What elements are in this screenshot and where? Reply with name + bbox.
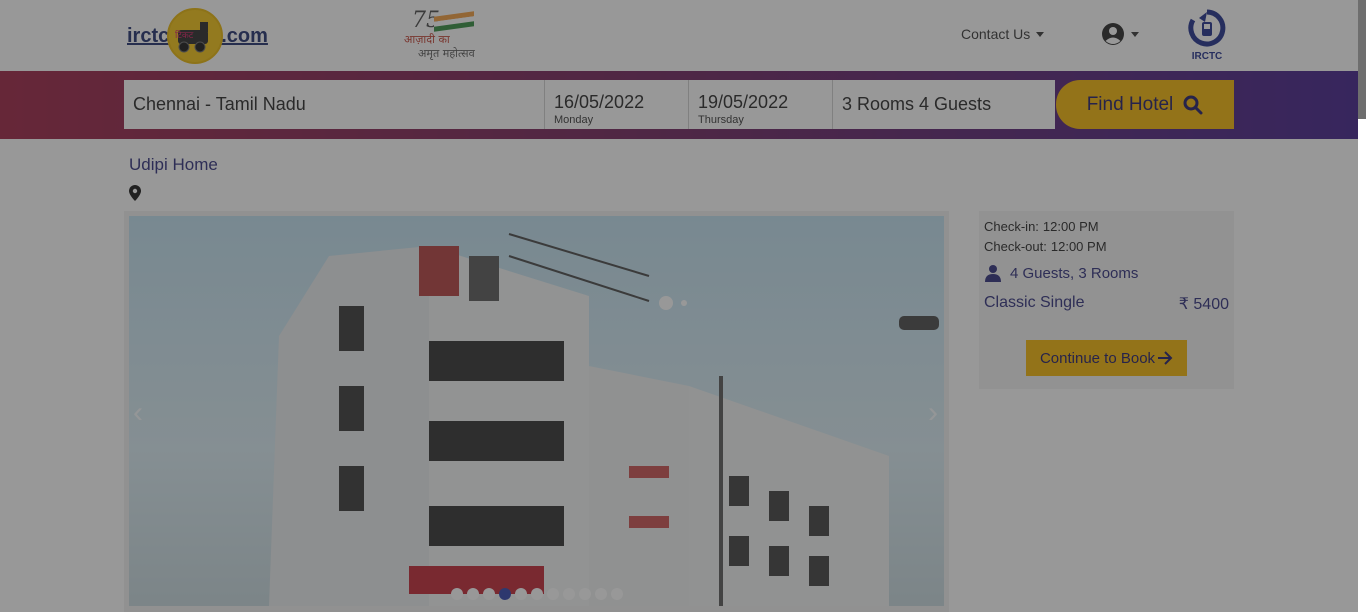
guests-rooms-summary: 4 Guests, 3 Rooms (984, 264, 1229, 282)
carousel-dot[interactable] (547, 588, 559, 600)
checkout-row: Check-out: 12:00 PM (984, 239, 1229, 254)
rooms-guests-selector[interactable]: 3 Rooms 4 Guests (833, 80, 1055, 129)
continue-to-book-button[interactable]: Continue to Book (1026, 340, 1187, 376)
checkin-time: 12:00 PM (1042, 219, 1099, 234)
user-icon (985, 265, 1001, 282)
checkout-time: 12:00 PM (1050, 239, 1107, 254)
location-pin-icon (129, 185, 141, 201)
carousel-dot[interactable] (531, 588, 543, 600)
azadi-line1: आज़ादी का (404, 33, 450, 46)
scrollbar-track[interactable] (1358, 0, 1366, 612)
logo-badge-text: टिकट (175, 29, 194, 41)
carousel-dot[interactable] (611, 588, 623, 600)
room-price: ₹ 5400 (1178, 296, 1229, 313)
rooms-guests-value: 3 Rooms 4 Guests (842, 94, 992, 114)
checkout-date-picker[interactable]: 19/05/2022 Thursday (689, 80, 833, 129)
azadi-ka-amrit-mahotsav-logo: 75 आज़ादी का अमृत महोत्सव (404, 8, 484, 60)
guests-rooms-text: 4 Guests, 3 Rooms (1010, 264, 1139, 282)
user-circle-icon (1102, 23, 1124, 45)
search-fields: Chennai - Tamil Nadu 16/05/2022 Monday 1… (124, 80, 1055, 129)
irctc-emblem-icon (1188, 9, 1226, 47)
room-price-row: Classic Single ₹ 5400 (984, 294, 1229, 314)
carousel-dot[interactable] (499, 588, 511, 600)
carousel-dot[interactable] (595, 588, 607, 600)
irctc-label: IRCTC (1191, 51, 1223, 62)
carousel-dot[interactable] (451, 588, 463, 600)
hotel-search-bar: Chennai - Tamil Nadu 16/05/2022 Monday 1… (0, 71, 1366, 139)
carousel-indicators (451, 588, 623, 600)
carousel-dot[interactable] (515, 588, 527, 600)
flag-icon (434, 11, 474, 32)
checkin-label: Check-in: (984, 219, 1039, 234)
carousel-dot[interactable] (483, 588, 495, 600)
checkout-date-value: 19/05/2022 (698, 92, 789, 112)
caret-down-icon (1036, 31, 1045, 37)
checkout-day: Thursday (698, 114, 744, 126)
azadi-line2: अमृत महोत्सव (418, 47, 475, 60)
arrow-right-icon (1158, 351, 1173, 365)
irctc-logo-link[interactable]: irctc टिकट .com (127, 8, 268, 64)
checkin-date-value: 16/05/2022 (554, 92, 645, 112)
carousel-dot[interactable] (467, 588, 479, 600)
find-hotel-label: Find Hotel (1086, 93, 1174, 115)
destination-value: Chennai - Tamil Nadu (133, 94, 306, 114)
search-icon (1183, 95, 1203, 114)
checkin-date-picker[interactable]: 16/05/2022 Monday (545, 80, 689, 129)
contact-us-label: Contact Us (961, 26, 1031, 42)
carousel-next-button[interactable]: › (928, 398, 938, 428)
hotel-name: Udipi Home (129, 155, 218, 174)
hotel-photo: ‹ › (129, 216, 944, 606)
continue-to-book-label: Continue to Book (1039, 349, 1156, 367)
carousel-prev-button[interactable]: ‹ (133, 398, 143, 428)
logo-left-text: irctc (127, 24, 170, 47)
find-hotel-button[interactable]: Find Hotel (1056, 80, 1234, 129)
destination-input[interactable]: Chennai - Tamil Nadu (124, 80, 545, 129)
caret-down-icon (1131, 31, 1139, 37)
room-type: Classic Single (984, 294, 1085, 311)
loading-spinner (659, 296, 687, 310)
checkin-row: Check-in: 12:00 PM (984, 219, 1229, 234)
hotel-building-illustration (269, 233, 939, 606)
logo-right-text: .com (221, 24, 268, 47)
booking-summary-card: Check-in: 12:00 PM Check-out: 12:00 PM 4 G… (979, 211, 1234, 389)
contact-us-dropdown[interactable]: Contact Us (961, 26, 1045, 42)
carousel-dot[interactable] (579, 588, 591, 600)
hotel-image-carousel: ‹ › (124, 211, 949, 612)
checkin-day: Monday (554, 114, 594, 126)
checkout-label: Check-out: (984, 239, 1047, 254)
user-account-dropdown[interactable] (1101, 22, 1139, 46)
train-logo-icon: टिकट (167, 8, 224, 64)
irctc-emblem: IRCTC (1184, 8, 1230, 64)
scrollbar-thumb[interactable] (1358, 0, 1366, 119)
carousel-dot[interactable] (563, 588, 575, 600)
site-header: irctc टिकट .com 75 आज़ादी का अमृत महोत्स… (0, 0, 1366, 71)
